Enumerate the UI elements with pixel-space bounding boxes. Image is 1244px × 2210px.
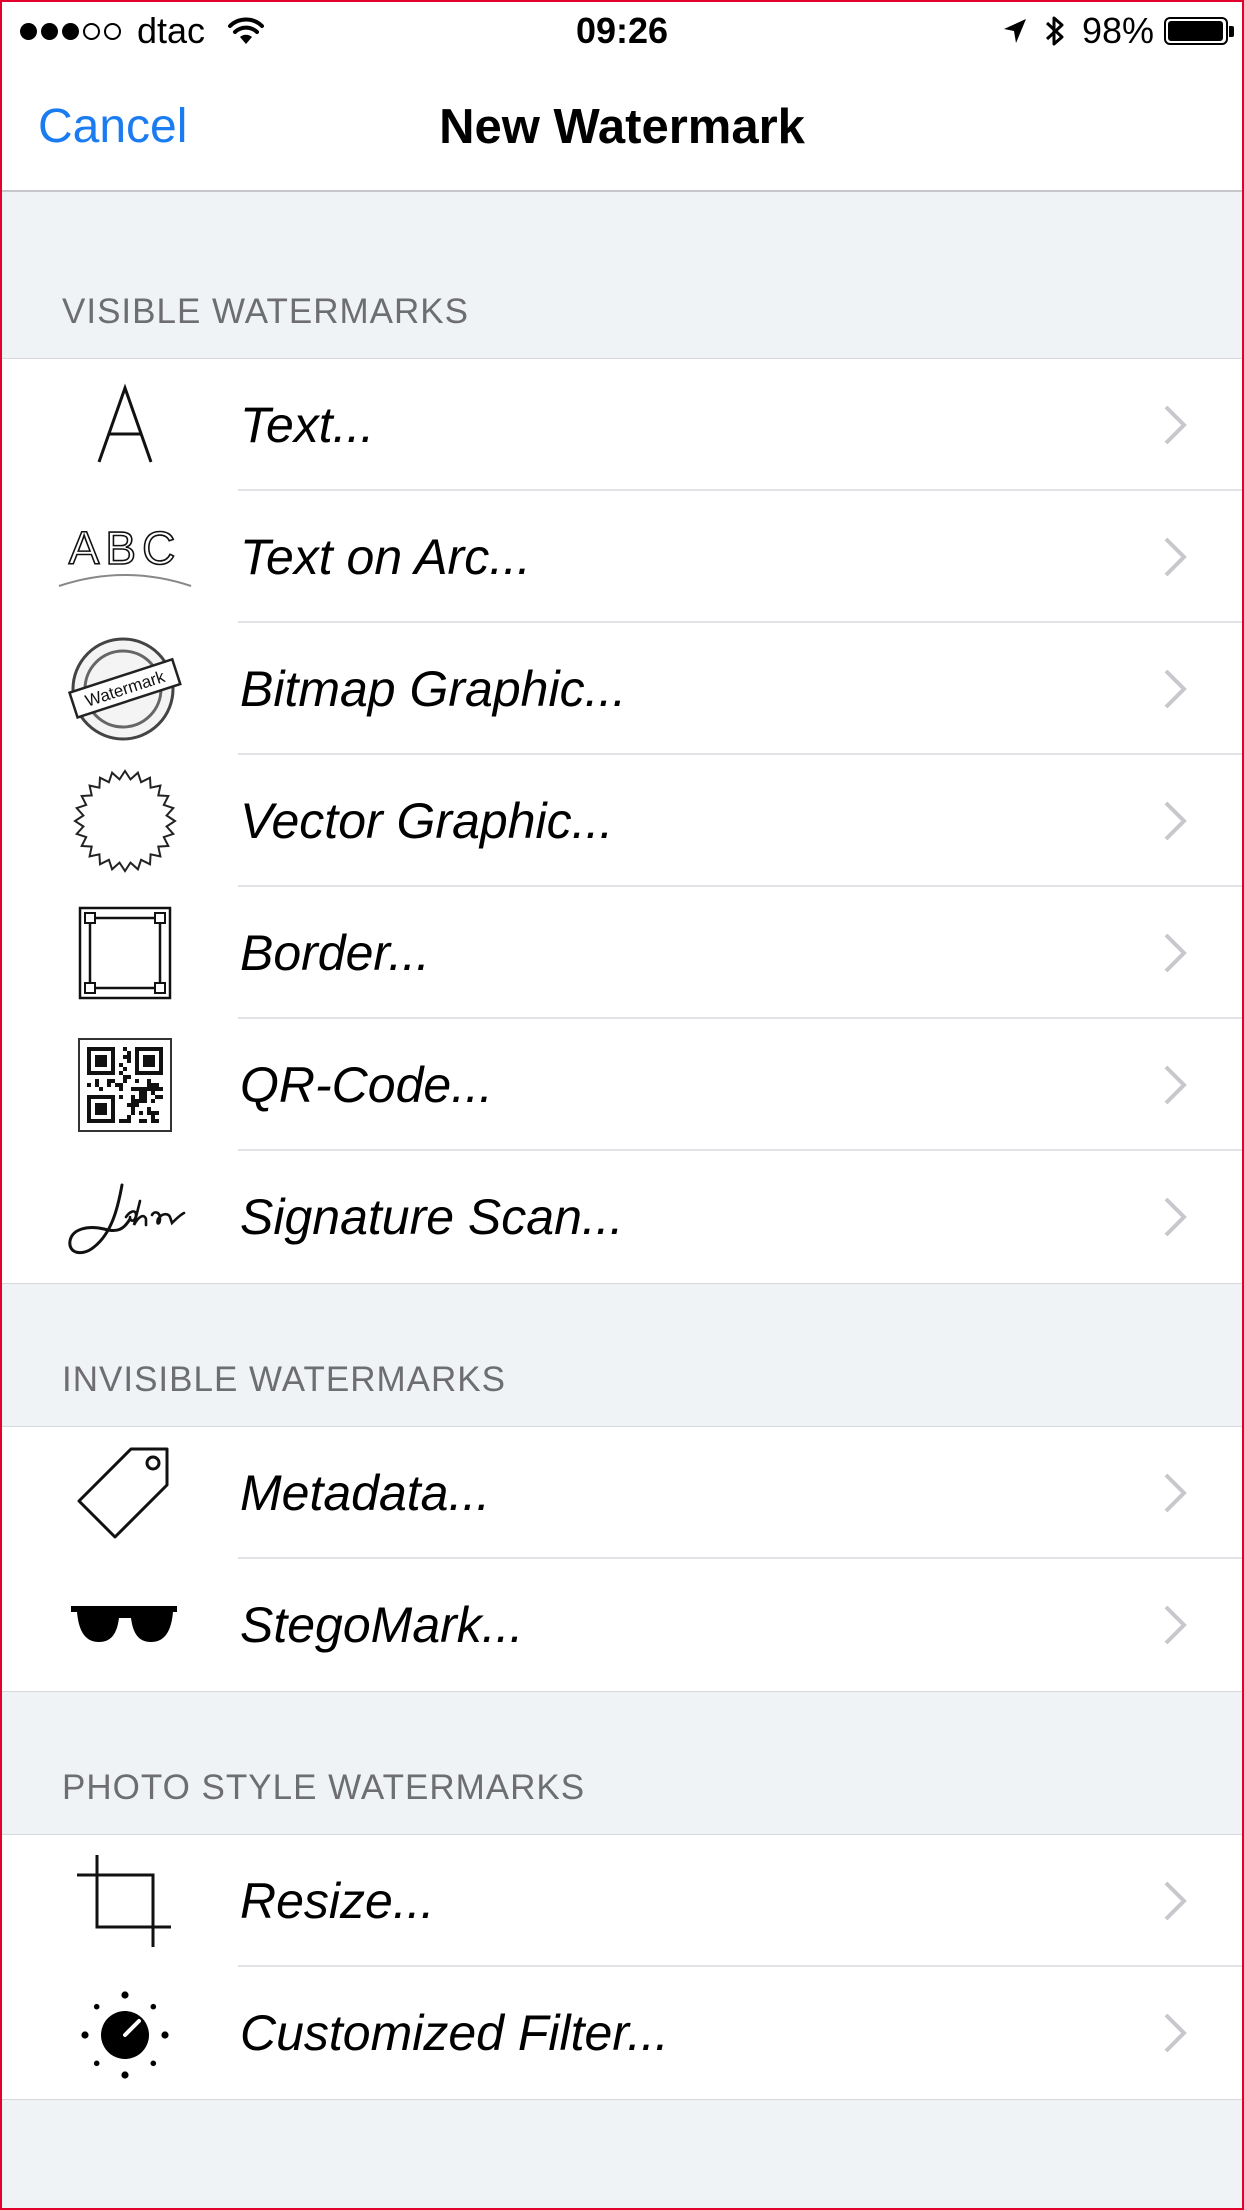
page-title: New Watermark [439, 100, 805, 154]
arc-icon-text: ABC [69, 522, 182, 574]
letter-a-icon [50, 370, 200, 480]
menu-item-label: Text on Arc... [240, 529, 531, 585]
menu-item-label: Text... [240, 397, 375, 453]
signature-icon [50, 1162, 200, 1272]
qr-code-icon [50, 1030, 200, 1140]
visible-watermarks-list: Text... ABC Text on Arc... Watermark Bit… [0, 358, 1244, 1284]
chevron-right-icon [1164, 1881, 1187, 1921]
status-right: 98% [1002, 10, 1234, 52]
menu-item-border[interactable]: Border... [0, 887, 1244, 1019]
filter-dial-icon [50, 1978, 200, 2088]
section-header-visible: VISIBLE WATERMARKS [62, 292, 469, 331]
border-frame-icon [50, 898, 200, 1008]
chevron-right-icon [1164, 2013, 1187, 2053]
battery-icon [1164, 17, 1234, 45]
chevron-right-icon [1164, 1473, 1187, 1513]
menu-item-label: Vector Graphic... [240, 793, 614, 849]
menu-item-label: StegoMark... [240, 1597, 524, 1653]
battery-percent: 98% [1081, 10, 1154, 51]
invisible-watermarks-list: Metadata... StegoMark... [0, 1426, 1244, 1692]
menu-item-text[interactable]: Text... [0, 359, 1244, 491]
menu-item-label: Bitmap Graphic... [240, 661, 627, 717]
menu-item-label: Metadata... [240, 1465, 491, 1521]
menu-item-resize[interactable]: Resize... [0, 1835, 1244, 1967]
photo-style-watermarks-list: Resize... Customized Filter... [0, 1834, 1244, 2100]
menu-item-vector-graphic[interactable]: Vector Graphic... [0, 755, 1244, 887]
chevron-right-icon [1164, 405, 1187, 445]
watermark-stamp-icon: Watermark [50, 634, 200, 744]
section-header-invisible: INVISIBLE WATERMARKS [62, 1360, 506, 1399]
section-header-photo-style: PHOTO STYLE WATERMARKS [62, 1768, 586, 1807]
menu-item-signature-scan[interactable]: Signature Scan... [0, 1151, 1244, 1283]
menu-item-qr-code[interactable]: QR-Code... [0, 1019, 1244, 1151]
location-arrow-icon [1003, 19, 1026, 43]
chevron-right-icon [1164, 933, 1187, 973]
chevron-right-icon [1164, 1197, 1187, 1237]
menu-item-label: Resize... [240, 1873, 435, 1929]
menu-item-stegomark[interactable]: StegoMark... [0, 1559, 1244, 1691]
menu-item-metadata[interactable]: Metadata... [0, 1427, 1244, 1559]
menu-item-label: Customized Filter... [240, 2005, 669, 2061]
chevron-right-icon [1164, 537, 1187, 577]
navigation-bar: Cancel New Watermark [0, 62, 1244, 192]
starburst-seal-icon [50, 766, 200, 876]
sunglasses-icon [50, 1570, 200, 1680]
menu-item-bitmap-graphic[interactable]: Watermark Bitmap Graphic... [0, 623, 1244, 755]
chevron-right-icon [1164, 669, 1187, 709]
menu-item-label: QR-Code... [240, 1057, 493, 1113]
chevron-right-icon [1164, 1065, 1187, 1105]
chevron-right-icon [1164, 801, 1187, 841]
bluetooth-icon [1045, 16, 1064, 46]
tag-icon [50, 1438, 200, 1548]
battery-level [1168, 21, 1223, 41]
menu-item-label: Border... [240, 925, 430, 981]
text-arc-icon: ABC [50, 502, 200, 612]
chevron-right-icon [1164, 1605, 1187, 1645]
battery-tip [1229, 26, 1234, 37]
crop-icon [50, 1846, 200, 1956]
menu-item-customized-filter[interactable]: Customized Filter... [0, 1967, 1244, 2099]
menu-item-label: Signature Scan... [240, 1189, 624, 1245]
menu-item-text-on-arc[interactable]: ABC Text on Arc... [0, 491, 1244, 623]
status-bar: dtac 09:26 98% [0, 0, 1244, 62]
